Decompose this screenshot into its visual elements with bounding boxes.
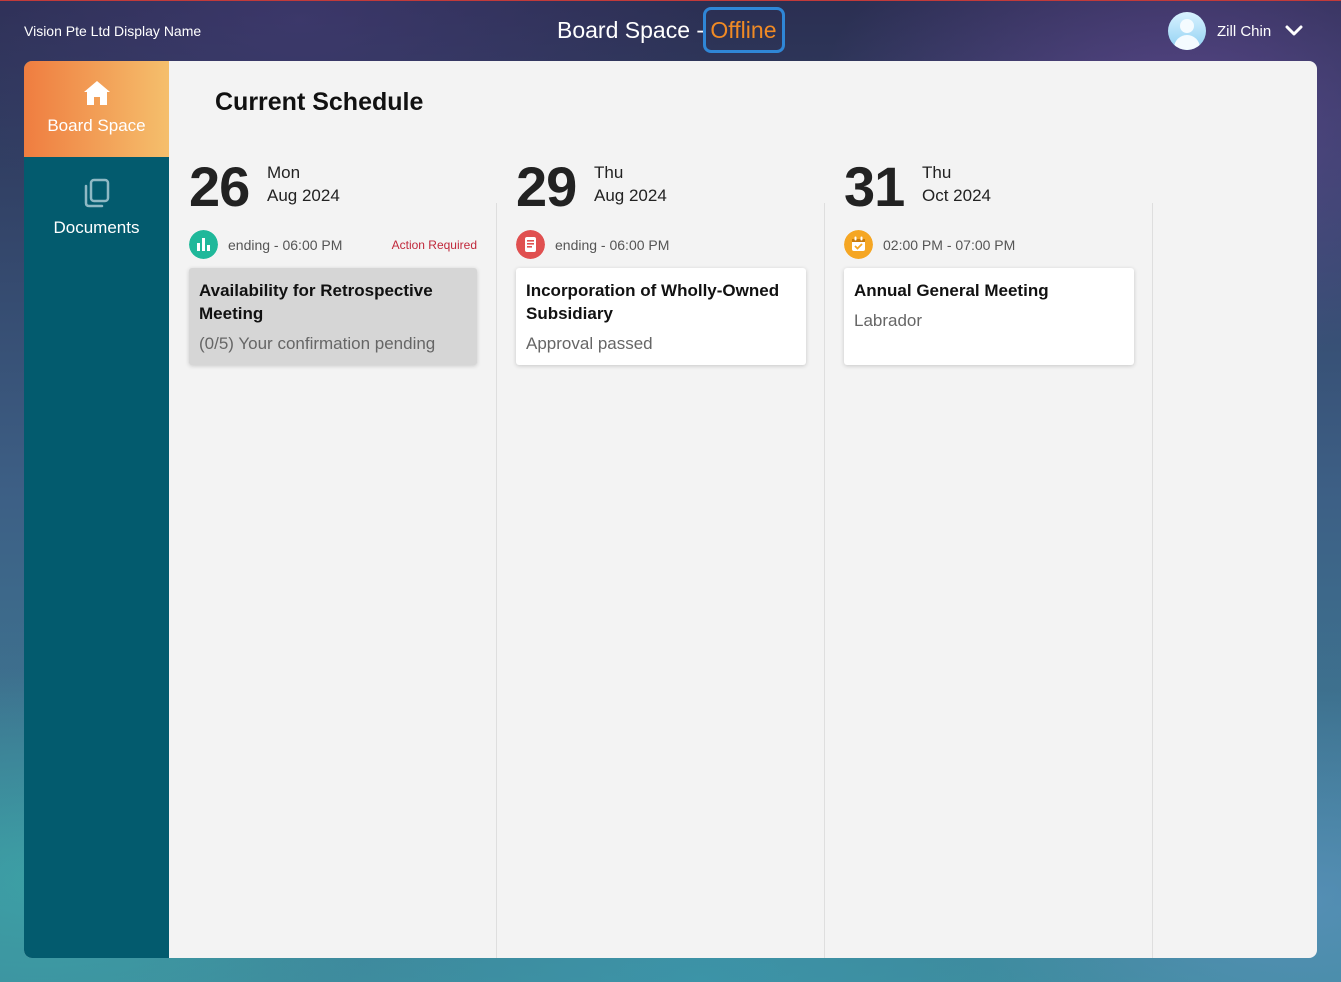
date-header: 26 Mon Aug 2024: [189, 155, 477, 218]
poll-icon: [189, 230, 218, 259]
event-time: ending - 06:00 PM: [228, 237, 343, 253]
app-title: Board Space - Offline: [557, 7, 786, 53]
event-meta: ending - 06:00 PM Action Required: [189, 229, 477, 259]
day-number: 31: [844, 155, 905, 218]
weekday: Thu: [594, 163, 624, 182]
weekday: Thu: [922, 163, 952, 182]
content-panel: Board Space Documents Current Schedule 2…: [24, 61, 1317, 958]
sidebar-item-documents[interactable]: Documents: [24, 157, 169, 257]
weekday: Mon: [267, 163, 301, 182]
documents-icon: [84, 178, 109, 208]
organization-name: Vision Pte Ltd Display Name: [24, 23, 202, 39]
event-title: Incorporation of Wholly-Owned Subsidiary: [526, 281, 780, 323]
event-meta: ending - 06:00 PM: [516, 229, 806, 259]
page-title: Current Schedule: [215, 88, 424, 116]
app-title-text: Board Space -: [557, 17, 711, 43]
column-divider: [1152, 203, 1153, 958]
month-year: Aug 2024: [267, 186, 340, 205]
action-required-badge: Action Required: [391, 238, 477, 252]
day-number: 29: [516, 155, 577, 218]
focus-ring: [703, 7, 786, 53]
event-card[interactable]: Availability for Retrospective Meeting (…: [189, 268, 477, 365]
sidebar-item-label: Documents: [53, 218, 140, 237]
document-icon: [516, 230, 545, 259]
event-card[interactable]: Incorporation of Wholly-Owned Subsidiary…: [516, 268, 806, 365]
column-divider: [824, 203, 825, 958]
schedule-column: 26 Mon Aug 2024 ending - 06:00 PM Action…: [189, 156, 477, 365]
offline-status[interactable]: Offline: [703, 7, 786, 53]
month-year: Aug 2024: [594, 186, 667, 205]
event-title: Annual General Meeting: [854, 281, 1049, 300]
event-meta: 02:00 PM - 07:00 PM: [844, 229, 1134, 259]
schedule-column: 31 Thu Oct 2024 02:00 PM - 07:00 PM Annu…: [844, 156, 1134, 365]
event-time: 02:00 PM - 07:00 PM: [883, 237, 1016, 253]
schedule-column: 29 Thu Aug 2024 ending - 06:00 PM Incorp…: [516, 156, 806, 365]
date-header: 29 Thu Aug 2024: [516, 155, 806, 218]
event-status: (0/5) Your confirmation pending: [199, 334, 436, 353]
top-bar: Vision Pte Ltd Display Name Board Space …: [0, 0, 1341, 61]
user-name: Zill Chin: [1217, 22, 1272, 40]
calendar-icon: [844, 230, 873, 259]
sidebar: Board Space Documents: [24, 61, 169, 958]
chevron-down-icon[interactable]: [1285, 25, 1303, 37]
home-icon: [83, 81, 110, 105]
date-header: 31 Thu Oct 2024: [844, 155, 1134, 218]
day-number: 26: [189, 155, 250, 218]
event-card[interactable]: Annual General Meeting Labrador: [844, 268, 1134, 365]
month-year: Oct 2024: [922, 186, 991, 205]
column-divider: [496, 203, 497, 958]
sidebar-item-board-space[interactable]: Board Space: [24, 61, 169, 157]
user-menu[interactable]: Zill Chin: [1168, 12, 1303, 50]
schedule-area: Current Schedule 26 Mon Aug 2024 ending …: [169, 61, 1317, 958]
avatar[interactable]: [1168, 12, 1206, 50]
sidebar-item-label: Board Space: [47, 116, 146, 135]
event-location: Labrador: [854, 311, 923, 330]
event-time: ending - 06:00 PM: [555, 237, 670, 253]
event-title: Availability for Retrospective Meeting: [199, 281, 433, 323]
event-status: Approval passed: [526, 334, 653, 353]
